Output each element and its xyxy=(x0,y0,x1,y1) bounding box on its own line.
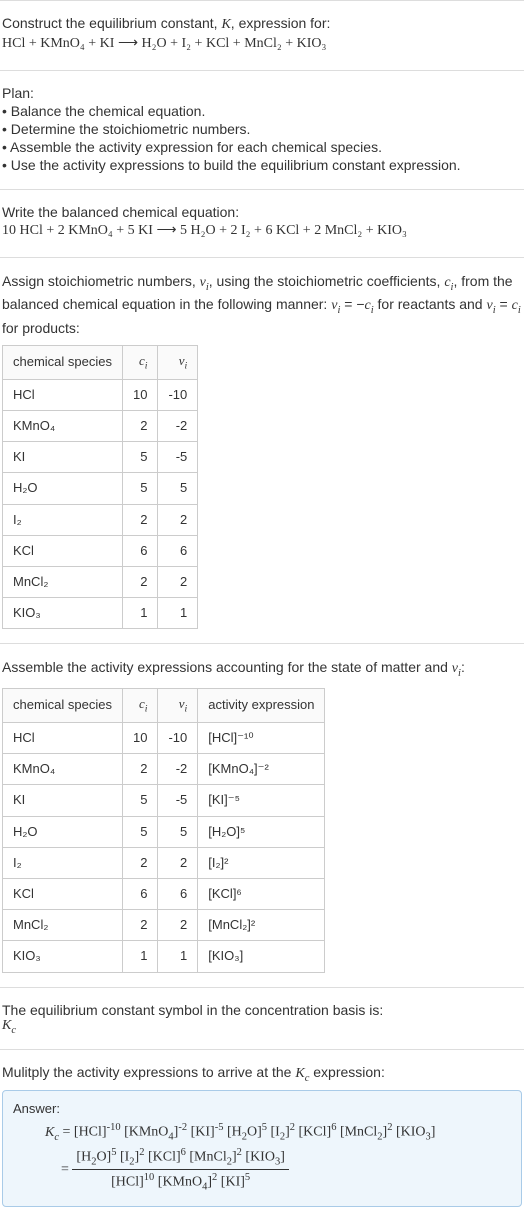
activity-section: Assemble the activity expressions accoun… xyxy=(0,643,524,986)
answer-label: Answer: xyxy=(13,1101,511,1116)
answer-line-2: = [H2O]5 [I2]2 [KCl]6 [MnCl2]2 [KIO3] [H… xyxy=(61,1147,511,1193)
table-row: KCl66[KCl]⁶ xyxy=(3,878,325,909)
answer-fraction: [H2O]5 [I2]2 [KCl]6 [MnCl2]2 [KIO3] [HCl… xyxy=(72,1147,288,1193)
intro-section: Construct the equilibrium constant, K, e… xyxy=(0,0,524,70)
table-header-row: chemical species ci νi xyxy=(3,345,198,379)
table-row: I₂22 xyxy=(3,504,198,535)
activity-table: chemical species ci νi activity expressi… xyxy=(2,688,325,973)
balanced-section: Write the balanced chemical equation: 10… xyxy=(0,189,524,257)
col-vi: νi xyxy=(158,688,198,722)
table-row: I₂22[I₂]² xyxy=(3,847,325,878)
kc-symbol: Kc xyxy=(2,1018,522,1036)
stoich-section: Assign stoichiometric numbers, νi, using… xyxy=(0,257,524,643)
table-row: KI5-5[KI]⁻⁵ xyxy=(3,785,325,816)
balanced-title: Write the balanced chemical equation: xyxy=(2,204,522,220)
table-row: MnCl₂22 xyxy=(3,566,198,597)
symbol-intro: The equilibrium constant symbol in the c… xyxy=(2,1002,522,1018)
table-row: MnCl₂22[MnCl₂]² xyxy=(3,910,325,941)
plan-item: • Assemble the activity expression for e… xyxy=(2,139,522,155)
table-row: KMnO₄2-2[KMnO₄]⁻² xyxy=(3,754,325,785)
table-row: H₂O55[H₂O]⁵ xyxy=(3,816,325,847)
table-row: HCl10-10 xyxy=(3,379,198,410)
plan-section: Plan: • Balance the chemical equation. •… xyxy=(0,70,524,189)
plan-title: Plan: xyxy=(2,85,522,101)
plan-item: • Use the activity expressions to build … xyxy=(2,157,522,173)
fraction-numerator: [H2O]5 [I2]2 [KCl]6 [MnCl2]2 [KIO3] xyxy=(72,1147,288,1170)
table-row: H₂O55 xyxy=(3,473,198,504)
col-ci: ci xyxy=(123,688,158,722)
stoich-intro: Assign stoichiometric numbers, νi, using… xyxy=(2,272,522,339)
multiply-line: Mulitply the activity expressions to arr… xyxy=(2,1064,522,1084)
table-row: KIO₃11 xyxy=(3,598,198,629)
col-vi: νi xyxy=(158,345,198,379)
table-row: HCl10-10[HCl]⁻¹⁰ xyxy=(3,723,325,754)
table-row: KI5-5 xyxy=(3,442,198,473)
col-species: chemical species xyxy=(3,688,123,722)
answer-line-1: Kc = [HCl]-10 [KMnO4]-2 [KI]-5 [H2O]5 [I… xyxy=(45,1122,511,1142)
intro-line: Construct the equilibrium constant, K, e… xyxy=(2,15,522,33)
table-row: KIO₃11[KIO₃] xyxy=(3,941,325,972)
multiply-section: Mulitply the activity expressions to arr… xyxy=(0,1049,524,1221)
plan-item: • Balance the chemical equation. xyxy=(2,103,522,119)
answer-box: Answer: Kc = [HCl]-10 [KMnO4]-2 [KI]-5 [… xyxy=(2,1090,522,1207)
table-row: KCl66 xyxy=(3,535,198,566)
col-ci: ci xyxy=(123,345,158,379)
stoich-table: chemical species ci νi HCl10-10 KMnO₄2-2… xyxy=(2,345,198,630)
table-header-row: chemical species ci νi activity expressi… xyxy=(3,688,325,722)
plan-item: • Determine the stoichiometric numbers. xyxy=(2,121,522,137)
symbol-section: The equilibrium constant symbol in the c… xyxy=(0,987,524,1050)
fraction-denominator: [HCl]10 [KMnO4]2 [KI]5 xyxy=(72,1170,288,1192)
col-activity: activity expression xyxy=(198,688,325,722)
activity-intro: Assemble the activity expressions accoun… xyxy=(2,658,522,681)
balanced-equation: 10 HCl + 2 KMnO₄ + 5 KI ⟶ 5 H₂O + 2 I₂ +… xyxy=(2,222,522,239)
col-species: chemical species xyxy=(3,345,123,379)
table-row: KMnO₄2-2 xyxy=(3,410,198,441)
intro-equation: HCl + KMnO₄ + KI ⟶ H₂O + I₂ + KCl + MnCl… xyxy=(2,35,522,52)
